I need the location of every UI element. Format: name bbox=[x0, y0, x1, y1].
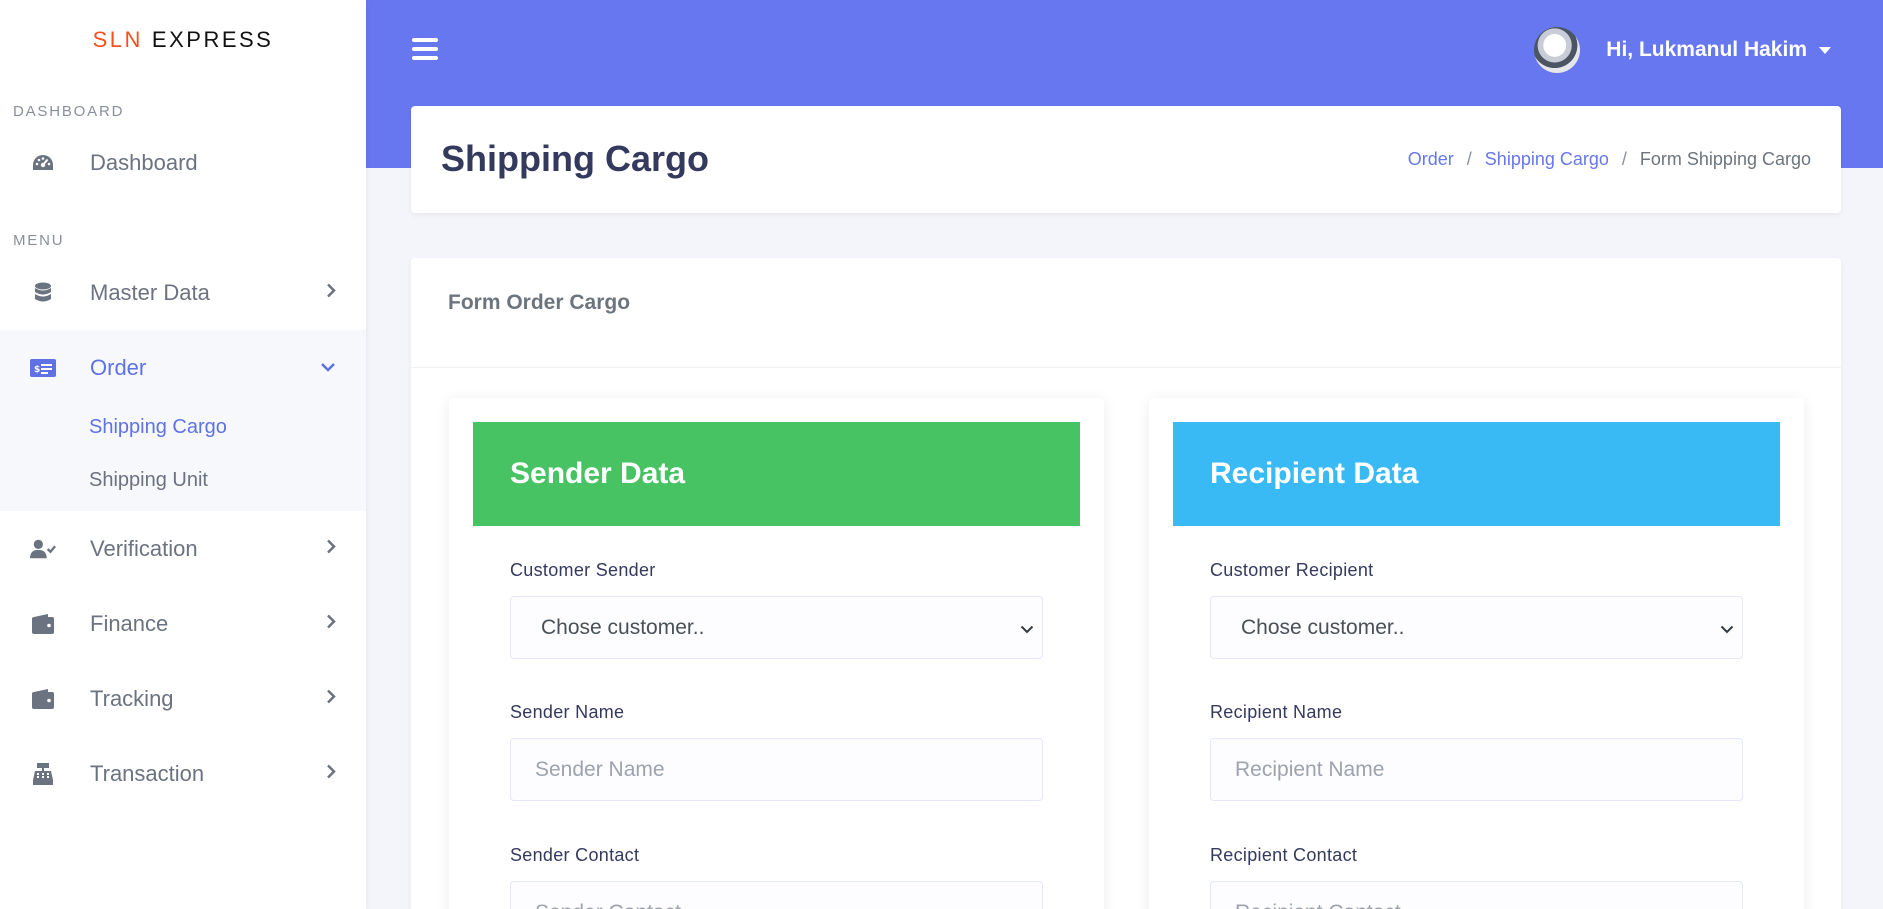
user-greeting: Hi, Lukmanul Hakim bbox=[1606, 38, 1807, 61]
gauge-icon bbox=[30, 152, 56, 174]
avatar bbox=[1534, 27, 1581, 73]
customer-sender-select[interactable]: Chose customer.. bbox=[510, 596, 1043, 659]
recipient-contact-placeholder: Recipient Contact bbox=[1235, 901, 1401, 909]
sidebar-item-tracking[interactable]: Tracking bbox=[0, 661, 366, 736]
chevron-down-icon bbox=[1720, 616, 1734, 640]
sender-panel: Sender Data Customer Sender Chose custom… bbox=[449, 398, 1104, 909]
recipient-panel-title: Recipient Data bbox=[1210, 457, 1419, 490]
customer-recipient-label: Customer Recipient bbox=[1210, 560, 1374, 580]
wallet-icon bbox=[30, 613, 56, 635]
sender-name-input[interactable]: Sender Name bbox=[510, 738, 1043, 801]
caret-down-icon bbox=[1819, 46, 1831, 54]
sender-name-field: Sender Name Sender Name bbox=[510, 702, 1043, 801]
breadcrumb: Order / Shipping Cargo / Form Shipping C… bbox=[1408, 149, 1811, 170]
customer-sender-label: Customer Sender bbox=[510, 560, 656, 580]
brand-part-2: EXPRESS bbox=[151, 27, 274, 52]
chevron-right-icon bbox=[326, 613, 336, 634]
form-title: Form Order Cargo bbox=[448, 291, 631, 314]
customer-recipient-field: Customer Recipient Chose customer.. bbox=[1210, 560, 1743, 659]
sidebar-item-label: Verification bbox=[90, 535, 198, 561]
sidebar-item-transaction[interactable]: Transaction bbox=[0, 736, 366, 811]
customer-sender-field: Customer Sender Chose customer.. bbox=[510, 560, 1043, 659]
sender-contact-label: Sender Contact bbox=[510, 845, 640, 865]
money-card-icon: $ bbox=[30, 357, 56, 379]
breadcrumb-separator: / bbox=[1621, 149, 1627, 169]
sidebar: SLN EXPRESS DASHBOARD Dashboard MENU Mas… bbox=[0, 0, 366, 909]
recipient-panel: Recipient Data Customer Recipient Chose … bbox=[1149, 398, 1804, 909]
sender-panel-title: Sender Data bbox=[510, 457, 686, 490]
recipient-contact-label: Recipient Contact bbox=[1210, 845, 1358, 865]
sidebar-item-order[interactable]: $ Order bbox=[0, 330, 366, 405]
sidebar-item-label: Tracking bbox=[90, 685, 174, 711]
recipient-name-field: Recipient Name Recipient Name bbox=[1210, 702, 1743, 801]
sender-contact-field: Sender Contact Sender Contact bbox=[510, 845, 1043, 909]
sidebar-item-finance[interactable]: Finance bbox=[0, 586, 366, 661]
page-title: Shipping Cargo bbox=[441, 138, 709, 179]
recipient-panel-header: Recipient Data bbox=[1173, 422, 1780, 526]
sidebar-item-label: Dashboard bbox=[90, 149, 198, 175]
brand-part-1: SLN bbox=[92, 27, 143, 52]
sidebar-subitem-shipping-cargo[interactable]: Shipping Cargo bbox=[0, 401, 366, 454]
sidebar-group-order: $ Order Shipping Cargo Shipping Unit bbox=[0, 330, 366, 511]
page-header: Shipping Cargo Order / Shipping Cargo / … bbox=[411, 106, 1841, 213]
customer-recipient-select[interactable]: Chose customer.. bbox=[1210, 596, 1743, 659]
recipient-name-label: Recipient Name bbox=[1210, 702, 1343, 722]
recipient-contact-input[interactable]: Recipient Contact bbox=[1210, 881, 1743, 909]
section-title-dashboard: DASHBOARD bbox=[13, 103, 125, 120]
sender-panel-header: Sender Data bbox=[473, 422, 1080, 526]
user-check-icon bbox=[30, 538, 56, 560]
section-title-menu: MENU bbox=[13, 232, 65, 249]
breadcrumb-separator: / bbox=[1466, 149, 1472, 169]
hamburger-menu-icon[interactable] bbox=[412, 38, 438, 60]
form-card: Form Order Cargo Sender Data Customer Se… bbox=[411, 258, 1841, 909]
breadcrumb-shipping-cargo[interactable]: Shipping Cargo bbox=[1485, 149, 1609, 170]
customer-recipient-value: Chose customer.. bbox=[1241, 615, 1405, 639]
sidebar-item-label: Order bbox=[90, 354, 147, 380]
breadcrumb-current: Form Shipping Cargo bbox=[1639, 149, 1811, 169]
svg-text:$: $ bbox=[34, 365, 40, 375]
form-card-header: Form Order Cargo bbox=[411, 258, 1841, 368]
sender-contact-input[interactable]: Sender Contact bbox=[510, 881, 1043, 909]
sidebar-item-master-data[interactable]: Master Data bbox=[0, 255, 366, 330]
chevron-right-icon bbox=[326, 282, 336, 303]
sidebar-item-label: Transaction bbox=[90, 760, 205, 786]
recipient-name-placeholder: Recipient Name bbox=[1235, 757, 1385, 781]
customer-sender-value: Chose customer.. bbox=[541, 615, 705, 639]
chevron-down-icon bbox=[320, 359, 336, 377]
sender-contact-placeholder: Sender Contact bbox=[535, 901, 681, 909]
sidebar-item-dashboard[interactable]: Dashboard bbox=[0, 125, 366, 200]
chevron-right-icon bbox=[326, 763, 336, 784]
chevron-right-icon bbox=[326, 688, 336, 709]
breadcrumb-order[interactable]: Order bbox=[1408, 149, 1454, 170]
sidebar-item-label: Master Data bbox=[90, 279, 210, 305]
wallet-icon bbox=[30, 688, 56, 710]
chevron-right-icon bbox=[326, 538, 336, 559]
sidebar-subitem-shipping-unit[interactable]: Shipping Unit bbox=[0, 450, 366, 511]
database-icon bbox=[30, 282, 56, 304]
user-menu[interactable]: Hi, Lukmanul Hakim bbox=[1534, 24, 1831, 76]
sender-name-placeholder: Sender Name bbox=[535, 757, 665, 781]
sidebar-item-verification[interactable]: Verification bbox=[0, 511, 366, 586]
recipient-name-input[interactable]: Recipient Name bbox=[1210, 738, 1743, 801]
chevron-down-icon bbox=[1020, 616, 1034, 640]
recipient-contact-field: Recipient Contact Recipient Contact bbox=[1210, 845, 1743, 909]
brand-logo[interactable]: SLN EXPRESS bbox=[0, 0, 366, 80]
cash-register-icon bbox=[30, 762, 56, 785]
sender-name-label: Sender Name bbox=[510, 702, 625, 722]
sidebar-item-label: Finance bbox=[90, 610, 169, 636]
